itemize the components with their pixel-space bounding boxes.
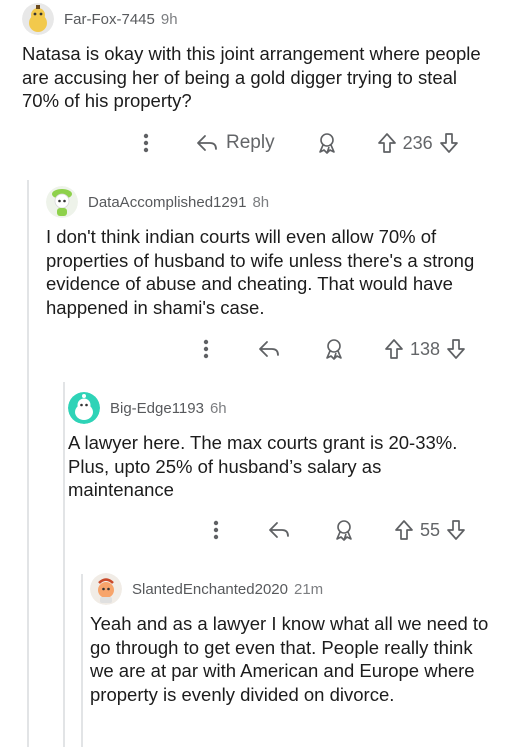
- more-options-icon[interactable]: [136, 133, 156, 153]
- comment-body: Natasa is okay with this joint arrangeme…: [22, 43, 481, 111]
- award-icon[interactable]: [322, 337, 346, 361]
- timestamp: 6h: [209, 399, 227, 417]
- vote-control: 138: [384, 338, 466, 360]
- comment-body: Yeah and as a lawyer I know what all we …: [90, 613, 489, 705]
- thread-line: [63, 382, 65, 747]
- award-icon[interactable]: [315, 131, 339, 155]
- reply-icon: [197, 135, 217, 151]
- vote-control: 55: [394, 519, 466, 541]
- vote-count: 55: [420, 519, 441, 540]
- downvote-icon[interactable]: [446, 519, 466, 541]
- comment: Far-Fox-7445 9h Natasa is okay with this…: [22, 2, 492, 113]
- reply-label: Reply: [226, 132, 275, 153]
- timestamp: 9h: [160, 10, 178, 28]
- more-options-icon[interactable]: [206, 520, 226, 540]
- comment-header: Big-Edge1193 6h: [68, 391, 498, 425]
- timestamp: 8h: [252, 193, 270, 211]
- upvote-icon[interactable]: [384, 338, 404, 360]
- username[interactable]: SlantedEnchanted2020: [132, 581, 288, 598]
- comment-actions: Reply 236: [136, 131, 459, 155]
- username[interactable]: Big-Edge1193: [110, 400, 204, 417]
- comment: SlantedEnchanted2020 21m Yeah and as a l…: [90, 572, 500, 706]
- comment-body: I don't think indian courts will even al…: [46, 226, 475, 318]
- comment: DataAccomplished1291 8h I don't think in…: [46, 185, 496, 319]
- comment: Big-Edge1193 6h A lawyer here. The max c…: [68, 391, 498, 502]
- comment-actions: 55: [206, 518, 466, 542]
- vote-control: 236: [377, 132, 459, 154]
- avatar[interactable]: [46, 186, 78, 218]
- more-options-icon[interactable]: [196, 339, 216, 359]
- comment-header: Far-Fox-7445 9h: [22, 2, 492, 36]
- thread-line: [81, 574, 83, 747]
- reply-icon[interactable]: [268, 521, 290, 539]
- downvote-icon[interactable]: [439, 132, 459, 154]
- avatar[interactable]: [90, 573, 122, 605]
- comment-body: A lawyer here. The max courts grant is 2…: [68, 432, 458, 500]
- upvote-icon[interactable]: [394, 519, 414, 541]
- vote-count: 138: [410, 338, 441, 359]
- comment-actions: 138: [196, 337, 466, 361]
- reply-icon[interactable]: [258, 340, 280, 358]
- comment-header: DataAccomplished1291 8h: [46, 185, 496, 219]
- avatar[interactable]: [22, 3, 54, 35]
- thread-line: [27, 180, 29, 747]
- downvote-icon[interactable]: [446, 338, 466, 360]
- upvote-icon[interactable]: [377, 132, 397, 154]
- username[interactable]: DataAccomplished1291: [88, 194, 246, 211]
- avatar[interactable]: [68, 392, 100, 424]
- username[interactable]: Far-Fox-7445: [64, 11, 155, 28]
- timestamp: 21m: [293, 580, 324, 598]
- vote-count: 236: [402, 132, 433, 153]
- award-icon[interactable]: [332, 518, 356, 542]
- comment-header: SlantedEnchanted2020 21m: [90, 572, 500, 606]
- reply-button[interactable]: Reply: [196, 132, 275, 154]
